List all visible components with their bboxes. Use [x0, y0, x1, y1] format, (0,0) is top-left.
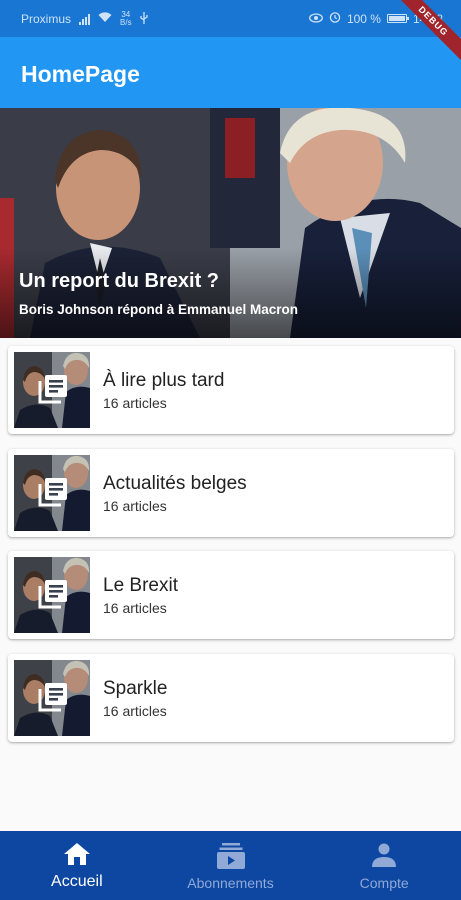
battery-icon [386, 14, 409, 23]
battery-percent: 100 % [346, 11, 381, 26]
list-thumbnail [14, 454, 90, 531]
usb-icon [139, 11, 148, 27]
list-article-count: 16 articles [103, 497, 167, 514]
wifi-icon [98, 12, 112, 26]
list-name: Le Brexit [103, 575, 178, 596]
list-article-count: 16 articles [103, 600, 167, 616]
list-article-count: 16 articles [103, 395, 167, 411]
bottom-navigation-bar: Accueil Abonnements Compte [0, 831, 461, 900]
status-bar: Proximus 34 B/s 100 % 14:18 [0, 0, 461, 37]
list-thumbnail [14, 557, 90, 633]
network-speed: 34 B/s [120, 10, 132, 27]
library-books-icon [38, 374, 68, 409]
cell-signal-icon [79, 13, 91, 25]
featured-article[interactable]: Un report du Brexit ? Boris Johnson répo… [0, 108, 461, 338]
featured-article-title: Un report du Brexit ? [19, 270, 220, 292]
app-bar: HomePage [0, 37, 461, 108]
list-name: Sparkle [103, 677, 168, 699]
nav-item-abonnements[interactable]: Abonnements [154, 831, 308, 900]
list-item[interactable]: Le Brexit 16 articles [8, 551, 454, 639]
list-article-count: 16 articles [103, 702, 167, 719]
list-thumbnail [14, 352, 90, 428]
nav-label-compte: Compte [359, 875, 409, 891]
nav-label-abonnements: Abonnements [187, 875, 274, 891]
nav-item-accueil[interactable]: Accueil [0, 831, 154, 900]
library-books-icon [38, 682, 68, 717]
list-name: À lire plus tard [103, 370, 225, 391]
list-thumbnail [14, 659, 90, 736]
alarm-icon [329, 11, 341, 26]
page-title: HomePage [21, 61, 140, 87]
home-icon [63, 843, 90, 870]
person-icon [372, 843, 397, 872]
library-books-icon [38, 579, 68, 614]
list-name: Actualités belges [103, 472, 247, 494]
list-item[interactable]: À lire plus tard 16 articles [8, 346, 454, 434]
carrier-name: Proximus [21, 12, 72, 26]
nav-label-accueil: Accueil [51, 873, 103, 890]
subscriptions-icon [216, 843, 245, 874]
list-item[interactable]: Actualités belges 16 articles [8, 448, 454, 537]
nav-item-compte[interactable]: Compte [307, 831, 461, 900]
library-books-icon [38, 477, 68, 512]
featured-article-subtitle: Boris Johnson répond à Emmanuel Macron [19, 302, 299, 317]
list-item[interactable]: Sparkle 16 articles [8, 653, 454, 742]
eye-icon [308, 12, 323, 26]
